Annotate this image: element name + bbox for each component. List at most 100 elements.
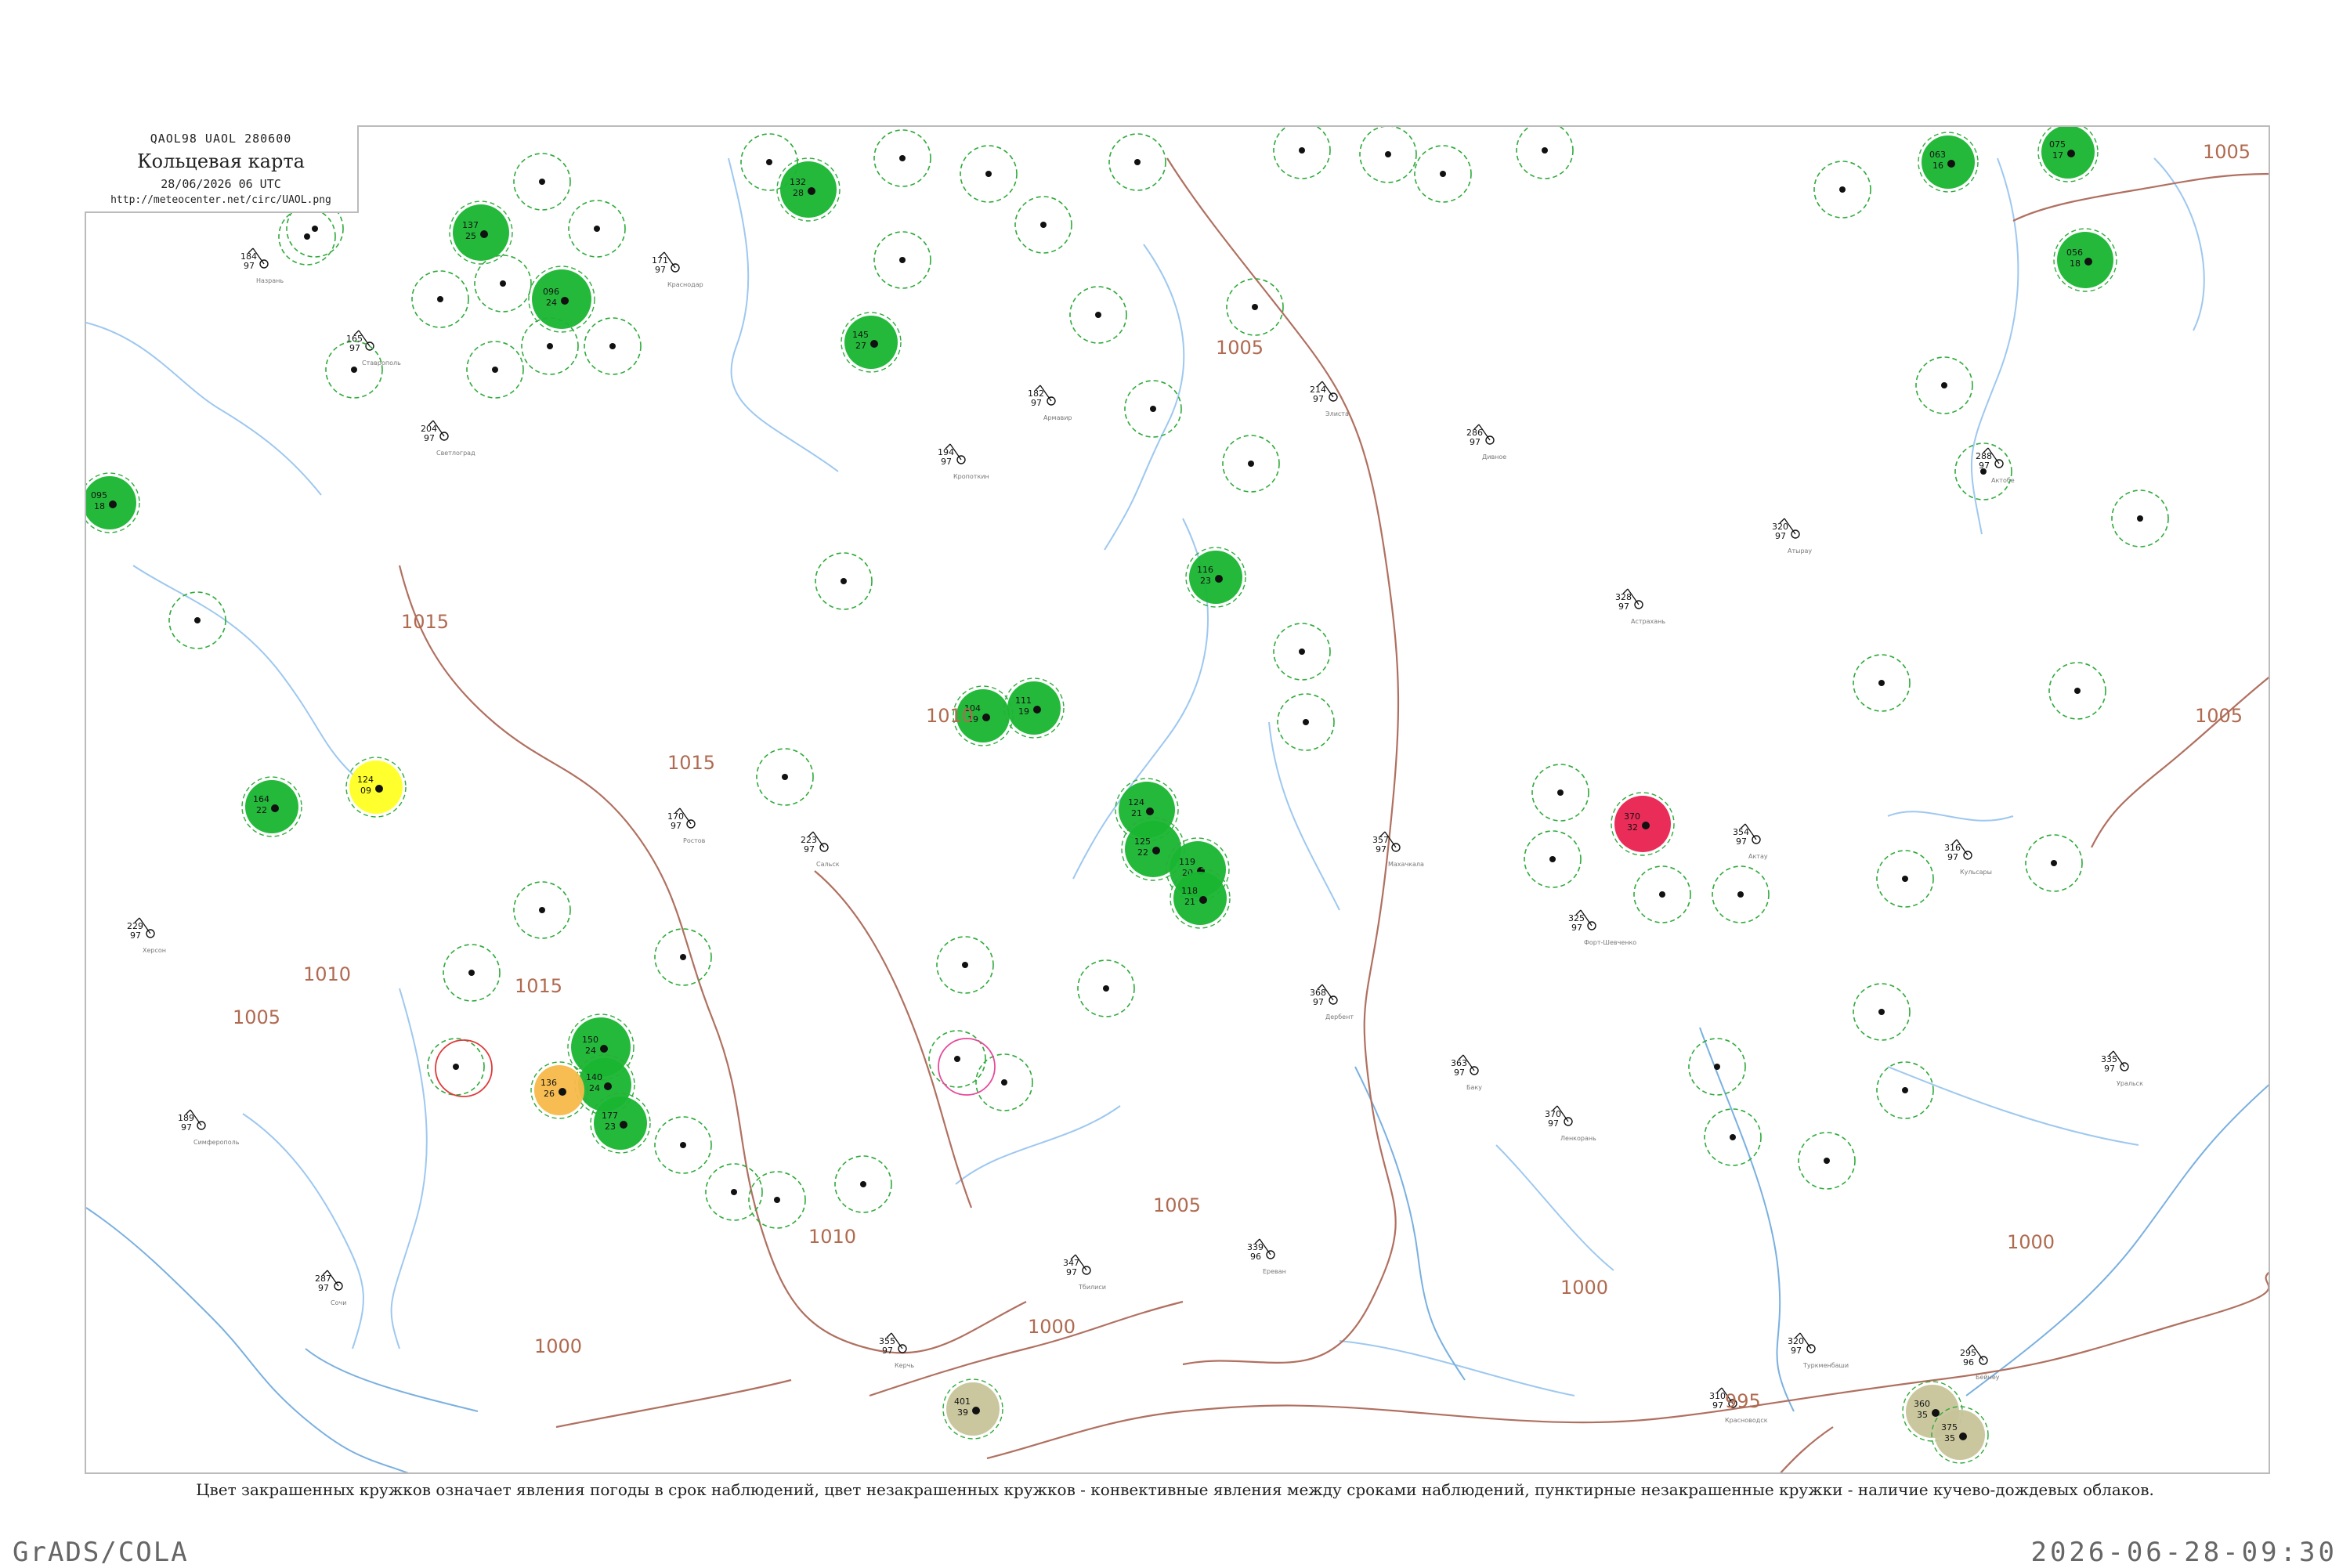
station-temp: 97	[349, 343, 360, 353]
station-dot-icon	[1878, 1009, 1885, 1015]
station-name: Красноводск	[1725, 1417, 1768, 1424]
station-dot-icon	[1902, 876, 1908, 882]
station-dot-icon	[194, 617, 201, 623]
station-dot-icon	[312, 226, 318, 232]
station-temp: 97	[1313, 997, 1324, 1007]
station-dot-icon	[547, 343, 553, 349]
station-pressure: 375	[1941, 1422, 1958, 1433]
weather-circle-fog: 12409	[345, 757, 407, 818]
station-name: Ростов	[683, 837, 706, 844]
station-plot: 36897Дербент	[1310, 984, 1354, 1021]
station-name: Керчь	[895, 1362, 914, 1369]
station-plot: 22997Херсон	[127, 917, 166, 954]
cb-rings-layer	[168, 127, 2169, 1229]
station-temp: 21	[1184, 897, 1195, 907]
station-pressure: 096	[543, 287, 559, 297]
weather-circle-thunder: 07517	[2037, 127, 2099, 182]
station-pressure: 177	[602, 1111, 618, 1121]
station-dot-icon	[604, 1082, 612, 1090]
station-dot-icon	[2067, 150, 2075, 157]
isobar-label: 1005	[233, 1006, 280, 1028]
station-temp: 97	[804, 844, 815, 854]
station-dot-icon	[559, 1088, 566, 1096]
station-dot-icon	[492, 367, 498, 373]
station-name: Сальск	[816, 861, 840, 868]
isobar-label: 1000	[534, 1335, 582, 1357]
station-dot-icon	[2074, 688, 2081, 694]
map-canvas[interactable]: 18497Назрань 16597Ставрополь 20497Светлогр…	[86, 127, 2270, 1474]
station-dot-icon	[985, 171, 992, 177]
station-temp: 25	[465, 231, 476, 241]
station-temp: 97	[318, 1283, 329, 1293]
station-dot-icon	[594, 226, 600, 232]
weather-circle-squall: 37032	[1611, 792, 1675, 856]
station-plot: 32597Форт-Шевченко	[1568, 909, 1636, 946]
station-plot: 36397Баку	[1451, 1054, 1482, 1091]
station-plot: 32897Астрахань	[1615, 588, 1665, 625]
station-name: Краснодар	[667, 281, 703, 288]
station-temp: 97	[1791, 1346, 1802, 1356]
map-url[interactable]: http://meteocenter.net/circ/UAOL.png	[85, 194, 357, 206]
weather-circle-thunder: 16422	[241, 776, 302, 837]
station-name: Махачкала	[1388, 861, 1424, 868]
station-temp: 35	[1917, 1410, 1928, 1420]
station-temp: 97	[1618, 602, 1629, 612]
station-dot-icon	[899, 155, 906, 161]
station-plot: 28697Дивное	[1466, 424, 1506, 461]
station-temp: 22	[256, 805, 267, 815]
station-temp: 96	[1250, 1252, 1261, 1262]
station-dot-icon	[1549, 856, 1556, 862]
station-temp: 18	[2070, 258, 2081, 269]
station-dot-icon	[1095, 312, 1101, 318]
isobar-1	[1166, 157, 1400, 1366]
station-name: Кульсары	[1960, 869, 1992, 876]
isobar-label: 1010	[303, 963, 351, 985]
station-dot-icon	[480, 230, 488, 238]
map-title: Кольцевая карта	[137, 150, 305, 172]
river-8	[1887, 811, 2014, 822]
river-7	[2153, 157, 2205, 331]
river-5	[1268, 721, 1340, 911]
station-dot-icon	[539, 907, 545, 913]
station-plot: 32097Атырау	[1772, 518, 1812, 555]
station-name: Баку	[1466, 1084, 1482, 1091]
station-name: Светлоград	[436, 450, 475, 457]
station-dot-icon	[1040, 222, 1047, 228]
station-dot-icon	[870, 340, 878, 348]
station-pressure: 136	[540, 1078, 557, 1088]
station-temp: 17	[2052, 150, 2063, 161]
station-pressure: 370	[1624, 811, 1640, 822]
river-0	[86, 322, 322, 496]
weather-circle-thunder: 09518	[86, 472, 140, 533]
station-pressure: 360	[1914, 1399, 1930, 1409]
station-temp: 26	[544, 1089, 555, 1099]
station-dot-icon	[1878, 680, 1885, 686]
isobar-label: 1000	[1028, 1316, 1076, 1338]
coastline-3	[1699, 1027, 1795, 1412]
station-temp: 97	[1470, 437, 1480, 447]
map-date: 28/06/2026 06 UTC	[161, 177, 281, 191]
station-dot-icon	[731, 1189, 737, 1195]
station-temp: 21	[1131, 808, 1142, 818]
station-dot-icon	[680, 1142, 686, 1148]
station-temp: 97	[130, 930, 141, 941]
station-dot-icon	[1134, 159, 1141, 165]
station-dot-icon	[2084, 258, 2092, 266]
station-plot: 31697Кульсары	[1944, 839, 1992, 876]
river-1	[132, 565, 385, 801]
station-plot: 34797Тбилиси	[1063, 1254, 1106, 1291]
river-12	[1887, 1066, 2139, 1146]
station-dot-icon	[1215, 575, 1223, 583]
station-dot-icon	[437, 296, 443, 302]
station-dot-icon	[972, 1407, 980, 1414]
station-plot: 35497Актау	[1733, 823, 1768, 860]
station-temp: 39	[957, 1407, 968, 1418]
station-dot-icon	[539, 179, 545, 185]
station-temp: 35	[1944, 1433, 1955, 1443]
river-13	[242, 1113, 364, 1349]
station-pressure: 056	[2066, 247, 2083, 258]
station-name: Назрань	[256, 277, 284, 284]
station-dot-icon	[1932, 1409, 1940, 1417]
station-pressure: 111	[1015, 695, 1032, 706]
station-temp: 97	[1066, 1267, 1077, 1277]
